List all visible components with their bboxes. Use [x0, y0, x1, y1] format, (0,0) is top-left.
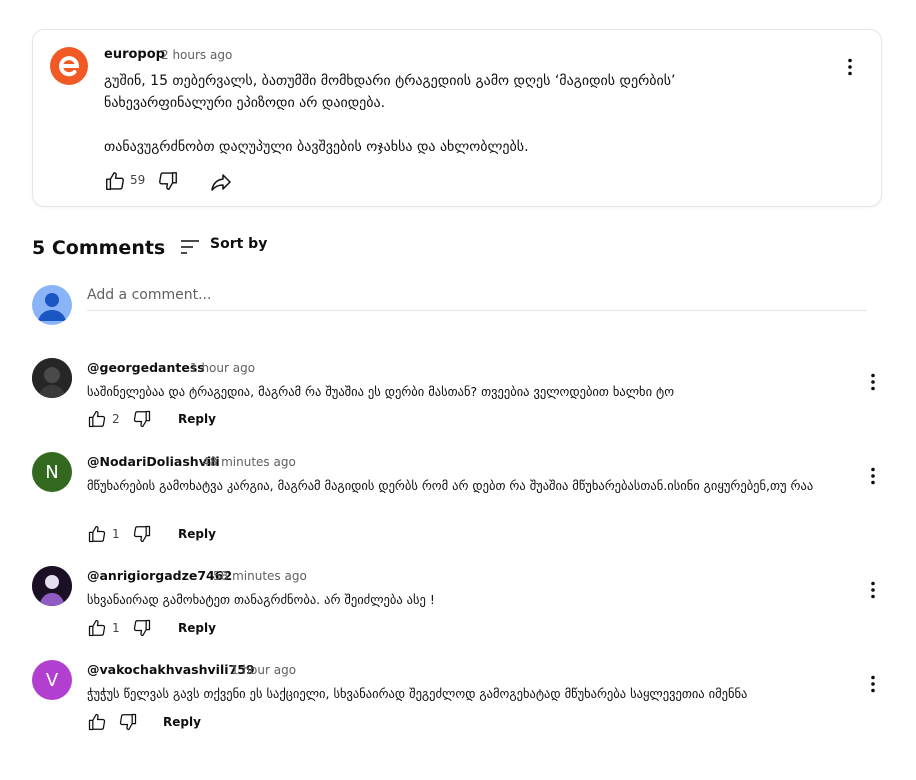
- comment-time[interactable]: 48 minutes ago: [202, 455, 296, 469]
- comment-item: @anrigiorgadze7462 58 minutes ago სხვანა…: [32, 566, 877, 656]
- sort-by-button[interactable]: Sort by: [210, 236, 267, 252]
- comment-text: ჭუჭუს წელვას გავს თქვენი ეს საქციელი, სხ…: [87, 686, 748, 701]
- post-author[interactable]: europop: [104, 47, 165, 62]
- like-count: 1: [112, 527, 120, 541]
- avatar[interactable]: [32, 566, 72, 606]
- post-text: გუშინ, 15 თებერვალს, ბათუმში მომხდარი ტრ…: [104, 70, 794, 158]
- user-avatar: [32, 285, 72, 325]
- comment-text: საშინელებაა და ტრაგედია, მაგრამ რა შუაში…: [87, 384, 675, 399]
- avatar[interactable]: [32, 358, 72, 398]
- comment-text: მწუხარების გამოხატვა კარგია, მაგრამ მაგი…: [87, 478, 814, 493]
- like-count: 1: [112, 621, 120, 635]
- comments-count: 5 Comments: [32, 237, 166, 259]
- comment-author[interactable]: @vakochakhvashvili759: [87, 662, 255, 677]
- comment-item: N @NodariDoliashvili 48 minutes ago მწუხ…: [32, 452, 877, 544]
- comment-text: სხვანაირად გამოხატეთ თანაგრძნობა. არ შეი…: [87, 592, 435, 607]
- europop-logo[interactable]: [50, 47, 88, 85]
- avatar[interactable]: N: [32, 452, 72, 492]
- thumbs-down-icon[interactable]: [157, 170, 179, 192]
- reply-button[interactable]: Reply: [178, 527, 216, 541]
- comment-time[interactable]: 1 hour ago: [231, 663, 296, 677]
- avatar-photo-icon: [32, 566, 72, 606]
- thumbs-down-icon[interactable]: [132, 409, 152, 429]
- post-paragraph: თანავუგრძნობთ დაღუპული ბავშვების ოჯახსა …: [104, 139, 529, 155]
- comment-time[interactable]: 58 minutes ago: [213, 569, 307, 583]
- more-vert-icon[interactable]: [838, 55, 862, 79]
- more-vert-icon[interactable]: [861, 370, 885, 394]
- comment-item: V @vakochakhvashvili759 1 hour ago ჭუჭუს…: [32, 660, 877, 750]
- reply-button[interactable]: Reply: [163, 715, 201, 729]
- more-vert-icon[interactable]: [861, 672, 885, 696]
- reply-button[interactable]: Reply: [178, 412, 216, 426]
- post-paragraph: გუშინ, 15 თებერვალს, ბათუმში მომხდარი ტრ…: [104, 73, 676, 111]
- thumbs-down-icon[interactable]: [132, 618, 152, 638]
- thumbs-up-icon[interactable]: [87, 409, 107, 429]
- post-card: europop 2 hours ago გუშინ, 15 თებერვალს,…: [32, 29, 882, 207]
- person-icon: [38, 293, 66, 321]
- thumbs-up-icon[interactable]: [87, 712, 107, 732]
- share-icon[interactable]: [209, 170, 233, 194]
- post-time[interactable]: 2 hours ago: [161, 48, 232, 62]
- add-comment-input[interactable]: Add a comment...: [87, 282, 867, 311]
- thumbs-up-icon[interactable]: [104, 170, 126, 192]
- like-count: 59: [130, 173, 146, 187]
- avatar-photo-icon: [32, 358, 72, 398]
- thumbs-up-icon[interactable]: [87, 618, 107, 638]
- comment-author[interactable]: @georgedantess: [87, 360, 205, 375]
- more-vert-icon[interactable]: [861, 464, 885, 488]
- sort-icon[interactable]: [178, 235, 202, 259]
- reply-button[interactable]: Reply: [178, 621, 216, 635]
- comment-item: @georgedantess 1 hour ago საშინელებაა და…: [32, 358, 877, 448]
- more-vert-icon[interactable]: [861, 578, 885, 602]
- avatar[interactable]: V: [32, 660, 72, 700]
- comment-author[interactable]: @NodariDoliashvili: [87, 454, 220, 469]
- like-count: 2: [112, 412, 120, 426]
- comment-author[interactable]: @anrigiorgadze7462: [87, 568, 232, 583]
- thumbs-down-icon[interactable]: [118, 712, 138, 732]
- thumbs-up-icon[interactable]: [87, 524, 107, 544]
- thumbs-down-icon[interactable]: [132, 524, 152, 544]
- comment-time[interactable]: 1 hour ago: [190, 361, 255, 375]
